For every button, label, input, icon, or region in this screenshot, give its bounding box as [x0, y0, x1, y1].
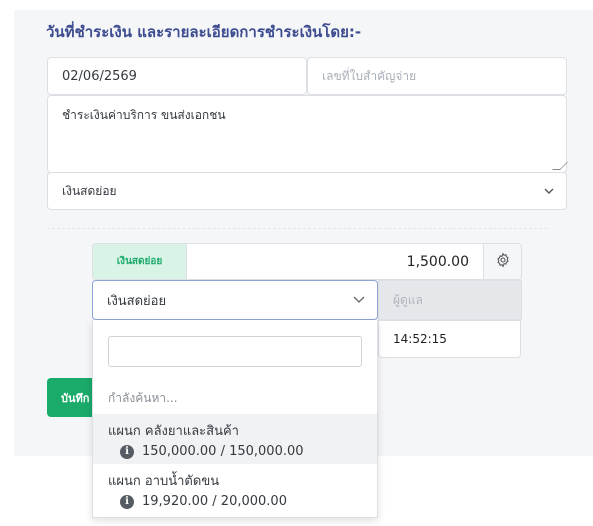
divider: [47, 228, 547, 229]
payment-method-value: เงินสดย่อย: [62, 183, 117, 198]
info-icon: i: [120, 444, 134, 459]
description-value: ชำระเงินค่าบริการ ขนส่งเอกชน: [62, 108, 226, 122]
page: วันที่ชำระเงิน และรายละเอียดการชำระเงินโ…: [0, 0, 593, 526]
owner-field[interactable]: ผู้ดูแล: [378, 280, 522, 320]
option-name: แผนก อาบน้ำตัดขน: [108, 474, 220, 489]
option-balance: i 19,920.00 / 20,000.00: [120, 494, 362, 509]
time-value: 14:52:15: [393, 332, 447, 346]
resize-handle-icon[interactable]: [552, 162, 568, 170]
chevron-down-icon: [544, 185, 554, 198]
option-balance-value: 19,920.00 / 20,000.00: [142, 494, 287, 509]
owner-placeholder: ผู้ดูแล: [393, 292, 423, 307]
section-title: วันที่ชำระเงิน และรายละเอียดการชำระเงินโ…: [46, 23, 362, 41]
department-dropdown: กำลังค้นหา... แผนก คลังยาและสินค้า i 150…: [92, 320, 378, 518]
info-icon: i: [120, 494, 134, 509]
payment-type-badge: เงินสดย่อย: [92, 243, 186, 280]
department-selected-value: เงินสดย่อย: [107, 293, 167, 309]
dropdown-option[interactable]: แผนก อาบน้ำตัดขน i 19,920.00 / 20,000.00: [93, 464, 377, 514]
voucher-number-placeholder: เลขที่ใบสำคัญจ่าย: [322, 68, 417, 83]
payment-method-select[interactable]: เงินสดย่อย: [47, 172, 567, 210]
voucher-number-field[interactable]: เลขที่ใบสำคัญจ่าย: [307, 57, 567, 95]
gear-icon: [495, 252, 511, 272]
description-textarea[interactable]: ชำระเงินค่าบริการ ขนส่งเอกชน: [47, 95, 568, 173]
option-name: แผนก คลังยาและสินค้า: [108, 424, 239, 439]
time-field[interactable]: 14:52:15: [378, 320, 521, 358]
payment-date-value: 02/06/2569: [62, 68, 137, 84]
chevron-down-icon: [353, 293, 365, 308]
dropdown-search-input[interactable]: [108, 336, 362, 367]
payment-amount-input[interactable]: 1,500.00: [186, 243, 484, 280]
department-select[interactable]: เงินสดย่อย: [92, 280, 378, 320]
settings-button[interactable]: [484, 243, 522, 280]
option-balance: i 150,000.00 / 150,000.00: [120, 444, 362, 459]
searching-status: กำลังค้นหา...: [108, 391, 178, 405]
payment-date-field[interactable]: 02/06/2569: [47, 57, 307, 95]
payment-amount-row: เงินสดย่อย 1,500.00: [92, 243, 522, 280]
option-balance-value: 150,000.00 / 150,000.00: [142, 444, 304, 459]
dropdown-option[interactable]: แผนก คลังยาและสินค้า i 150,000.00 / 150,…: [93, 414, 377, 464]
